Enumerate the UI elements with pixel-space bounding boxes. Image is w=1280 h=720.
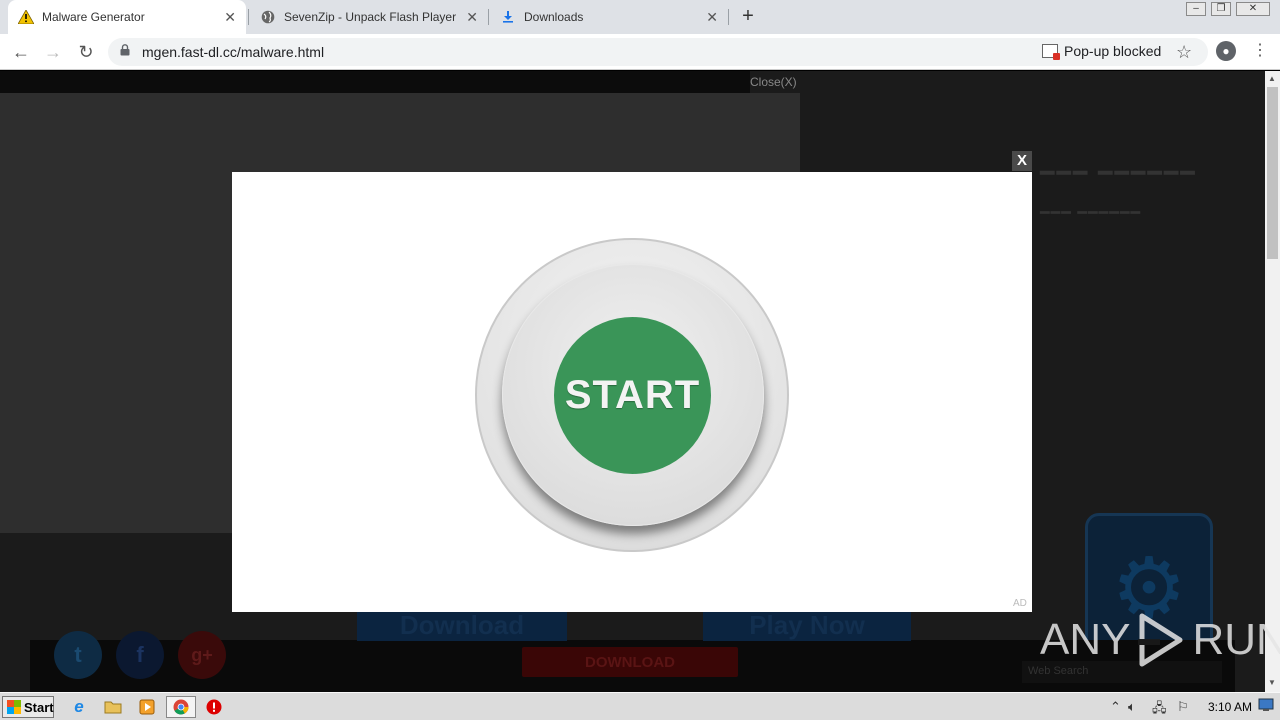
- tab-label: SevenZip - Unpack Flash Player: [284, 10, 457, 24]
- restore-button[interactable]: ❐: [1211, 2, 1231, 16]
- google-plus-icon[interactable]: g+: [178, 631, 226, 679]
- ad-label: AD: [1013, 598, 1027, 609]
- taskbar-clock[interactable]: 3:10 AM: [1208, 700, 1252, 714]
- start-button[interactable]: START: [554, 317, 711, 474]
- popup-blocked-label: Pop-up blocked: [1064, 43, 1162, 59]
- opera-icon[interactable]: [203, 697, 225, 717]
- menu-icon[interactable]: ⋮: [1252, 40, 1268, 60]
- volume-icon[interactable]: 🔈︎: [1128, 699, 1136, 715]
- windows-logo-icon: [7, 700, 21, 714]
- start-label: Start: [24, 699, 54, 715]
- reload-button[interactable]: ↻: [74, 40, 98, 64]
- warning-icon: [18, 9, 34, 25]
- browser-toolbar: ← → ↻ mgen.fast-dl.cc/malware.html Pop-u…: [0, 34, 1280, 70]
- account-icon[interactable]: ●: [1216, 41, 1236, 61]
- modal-close-button[interactable]: X: [1012, 151, 1032, 171]
- close-window-button[interactable]: ✕: [1236, 2, 1270, 16]
- windows-taskbar: Start e ⌃ 🔈︎ 🖧︎ ⚐ 3:10 AM: [0, 692, 1280, 720]
- tab-label: Downloads: [524, 10, 584, 24]
- watermark-left: ANY: [1040, 615, 1131, 664]
- lock-icon: [120, 44, 130, 59]
- background-heading: ━━━ ━━━━━━: [1040, 160, 1197, 187]
- media-player-icon[interactable]: [136, 697, 158, 717]
- popup-blocked-indicator[interactable]: Pop-up blocked: [1042, 43, 1162, 60]
- background-red-download-button[interactable]: DOWNLOAD: [522, 647, 738, 677]
- tray-expand-icon[interactable]: ⌃: [1110, 699, 1121, 715]
- watermark-right: RUN: [1192, 615, 1280, 664]
- page-scrollbar[interactable]: ▲ ▼: [1265, 71, 1280, 692]
- facebook-icon[interactable]: f: [116, 631, 164, 679]
- chrome-taskbar-button[interactable]: [166, 696, 196, 718]
- tab-malware-generator[interactable]: Malware Generator ✕: [8, 0, 246, 34]
- twitter-icon[interactable]: t: [54, 631, 102, 679]
- download-icon: [500, 9, 516, 25]
- new-tab-button[interactable]: +: [736, 5, 760, 29]
- back-button[interactable]: ←: [9, 40, 33, 64]
- tab-strip: Malware Generator ✕ SevenZip - Unpack Fl…: [0, 0, 1280, 34]
- background-download-button[interactable]: Download: [357, 611, 567, 641]
- anyrun-watermark: ANY RUN: [1040, 612, 1280, 668]
- action-center-flag-icon[interactable]: ⚐: [1177, 699, 1189, 715]
- chrome-icon: [173, 699, 189, 715]
- tab-divider: [248, 9, 249, 25]
- scrollbar-thumb[interactable]: [1267, 87, 1278, 259]
- background-close-link[interactable]: Close(X): [750, 75, 797, 89]
- tab-divider: [728, 9, 729, 25]
- globe-icon: [260, 9, 276, 25]
- background-top-strip: [0, 71, 750, 93]
- folder-icon[interactable]: [102, 697, 124, 717]
- play-logo-icon: [1138, 613, 1183, 667]
- tab-divider: [488, 9, 489, 25]
- popup-blocked-icon: [1042, 44, 1060, 60]
- close-tab-icon[interactable]: ✕: [466, 9, 478, 26]
- internet-explorer-icon[interactable]: e: [68, 697, 90, 717]
- background-play-button[interactable]: Play Now: [703, 611, 911, 641]
- scroll-down-icon[interactable]: ▼: [1268, 678, 1276, 687]
- tab-label: Malware Generator: [42, 10, 145, 24]
- close-tab-icon[interactable]: ✕: [224, 9, 236, 26]
- tab-downloads[interactable]: Downloads ✕: [490, 0, 728, 34]
- network-icon[interactable]: 🖧︎: [1152, 699, 1167, 720]
- minimize-button[interactable]: –: [1186, 2, 1206, 16]
- url-text: mgen.fast-dl.cc/malware.html: [142, 44, 325, 60]
- start-menu-button[interactable]: Start: [2, 696, 54, 718]
- close-tab-icon[interactable]: ✕: [706, 9, 718, 26]
- background-subheading: ━━━ ━━━━━━: [1040, 205, 1142, 222]
- scroll-up-icon[interactable]: ▲: [1268, 74, 1276, 83]
- forward-button[interactable]: →: [41, 40, 65, 64]
- address-bar[interactable]: mgen.fast-dl.cc/malware.html Pop-up bloc…: [108, 38, 1208, 66]
- tab-sevenzip[interactable]: SevenZip - Unpack Flash Player ✕: [250, 0, 488, 34]
- bookmark-star-icon[interactable]: ☆: [1176, 42, 1192, 63]
- show-desktop-icon[interactable]: [1258, 698, 1274, 715]
